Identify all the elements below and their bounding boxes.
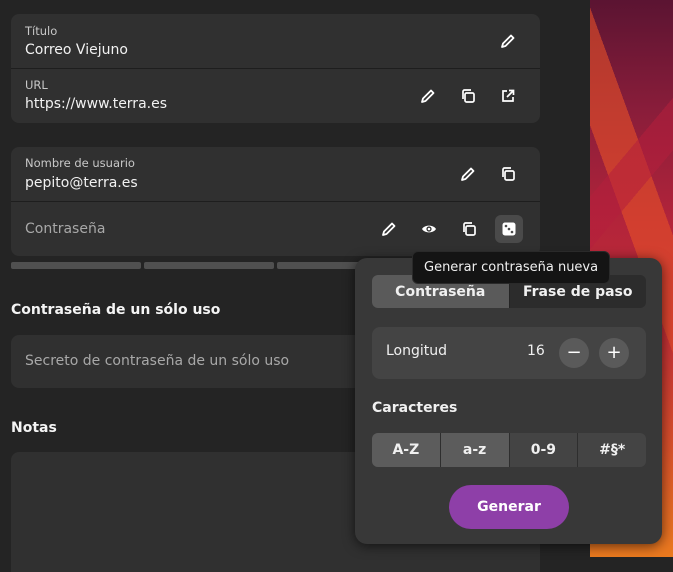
- length-label: Longitud: [386, 343, 448, 359]
- otp-secret-field[interactable]: Secreto de contraseña de un sólo uso: [25, 353, 289, 369]
- strength-segment: [11, 262, 141, 269]
- show-password-button[interactable]: [415, 215, 443, 243]
- copy-icon: [463, 222, 476, 236]
- title-row: Título Correo Viejuno: [11, 14, 540, 68]
- copy-username-button[interactable]: [494, 160, 522, 188]
- pencil-icon: [421, 89, 435, 103]
- eye-icon: [422, 225, 436, 233]
- characters-title: Caracteres: [372, 400, 458, 416]
- copy-url-button[interactable]: [454, 82, 482, 110]
- edit-title-button[interactable]: [494, 27, 522, 55]
- length-value: 16: [527, 343, 545, 359]
- charset-toggles: A-Z a-z 0-9 #§*: [372, 433, 646, 467]
- length-row: Longitud 16 − +: [372, 327, 646, 379]
- password-field[interactable]: Contraseña: [25, 221, 105, 237]
- copy-icon: [502, 167, 515, 181]
- generate-button[interactable]: Generar: [449, 485, 569, 529]
- copy-password-button[interactable]: [455, 215, 483, 243]
- edit-url-button[interactable]: [414, 82, 442, 110]
- username-row: Nombre de usuario pepito@terra.es: [11, 147, 540, 201]
- open-url-button[interactable]: [494, 82, 522, 110]
- notes-section-title: Notas: [11, 420, 57, 436]
- dice-icon: [502, 222, 516, 236]
- generate-password-button[interactable]: [495, 215, 523, 243]
- charset-symbols-toggle[interactable]: #§*: [577, 433, 646, 467]
- external-link-icon: [502, 89, 515, 102]
- title-value[interactable]: Correo Viejuno: [25, 42, 128, 58]
- charset-lowercase-toggle[interactable]: a-z: [439, 433, 509, 467]
- increase-length-button[interactable]: +: [599, 338, 629, 368]
- edit-username-button[interactable]: [454, 160, 482, 188]
- title-url-card: Título Correo Viejuno URL https://www.te…: [11, 14, 540, 123]
- url-value[interactable]: https://www.terra.es: [25, 96, 167, 112]
- pencil-icon: [382, 222, 396, 236]
- generate-password-tooltip: Generar contraseña nueva: [412, 251, 611, 284]
- decrease-length-button[interactable]: −: [559, 338, 589, 368]
- username-value[interactable]: pepito@terra.es: [25, 175, 138, 191]
- copy-icon: [462, 89, 475, 103]
- username-label: Nombre de usuario: [25, 156, 135, 170]
- edit-password-button[interactable]: [375, 215, 403, 243]
- pencil-icon: [501, 34, 515, 48]
- otp-section-title: Contraseña de un sólo uso: [11, 302, 221, 318]
- strength-segment: [144, 262, 274, 269]
- credentials-card: Nombre de usuario pepito@terra.es Contra…: [11, 147, 540, 256]
- charset-digits-toggle[interactable]: 0-9: [508, 433, 578, 467]
- url-label: URL: [25, 78, 48, 92]
- title-label: Título: [25, 24, 58, 38]
- charset-uppercase-toggle[interactable]: A-Z: [372, 433, 440, 467]
- pencil-icon: [461, 167, 475, 181]
- password-row: Contraseña: [11, 202, 540, 256]
- password-generator-popover: Contraseña Frase de paso Longitud 16 − +…: [355, 258, 662, 544]
- url-row: URL https://www.terra.es: [11, 69, 540, 123]
